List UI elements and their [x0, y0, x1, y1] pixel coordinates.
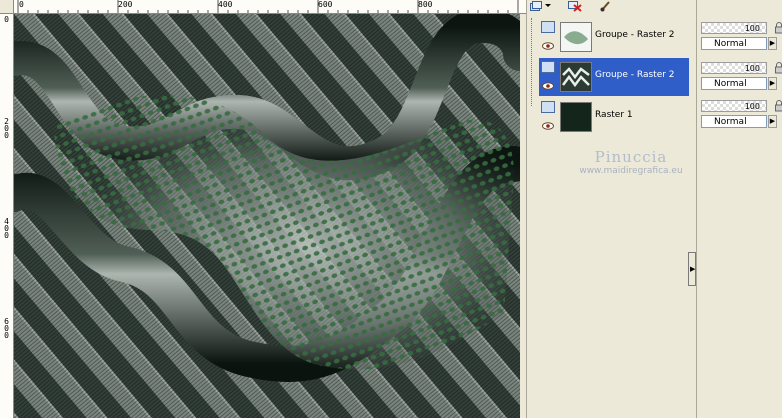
watermark-url: www.maidiregrafica.eu [579, 166, 683, 176]
chevron-right-icon[interactable]: ▶ [768, 115, 777, 128]
image-canvas[interactable] [14, 14, 520, 418]
layer-row-selected[interactable]: Groupe - Raster 2 [539, 58, 689, 96]
ruler-ticks [17, 0, 519, 13]
layers-toolbar [527, 0, 697, 14]
opacity-field[interactable]: 100 [701, 100, 767, 112]
eye-icon[interactable] [542, 42, 554, 50]
layer-row[interactable]: Raster 1 [539, 98, 689, 136]
layer-properties-palette: 100 Normal ▶ 100 Normal ▶ 100 Normal ▶ [696, 0, 782, 418]
layer-properties-row: 100 Normal ▶ [701, 62, 782, 96]
chevron-right-icon[interactable]: ▶ [768, 77, 777, 90]
dropdown-arrow-icon[interactable] [544, 0, 552, 12]
watermark: Pinuccia www.maidiregrafica.eu [561, 148, 701, 176]
layer-name: Groupe - Raster 2 [595, 70, 675, 80]
opacity-field[interactable]: 100 [701, 22, 767, 34]
layer-group-icon [541, 21, 555, 33]
layer-name: Raster 1 [595, 110, 633, 120]
chevron-right-icon: ▶ [690, 265, 696, 273]
chevron-right-icon[interactable]: ▶ [768, 37, 777, 50]
eye-icon[interactable] [542, 82, 554, 90]
brush-icon[interactable] [599, 0, 613, 12]
ruler-corner [0, 0, 14, 14]
ruler-label: 400 [4, 217, 9, 240]
eye-icon[interactable] [542, 122, 554, 130]
watermark-name: Pinuccia [594, 148, 668, 166]
lock-icon[interactable] [775, 62, 782, 74]
layer-row[interactable]: Groupe - Raster 2 [539, 18, 689, 56]
lock-icon[interactable] [775, 100, 782, 112]
opacity-field[interactable]: 100 [701, 62, 767, 74]
group-tree-line [531, 18, 538, 106]
blend-mode-select[interactable]: Normal [701, 37, 767, 50]
palette-collapse-handle[interactable]: ▶ [688, 252, 696, 286]
layer-thumbnail [560, 62, 592, 92]
canvas-artwork [14, 14, 520, 418]
layer-group-icon [541, 61, 555, 73]
vertical-ruler: 0 200 400 600 [0, 14, 14, 418]
raster-layer-icon [541, 101, 555, 113]
delete-layer-icon[interactable] [567, 0, 583, 12]
ruler-label: 200 [4, 117, 9, 140]
ruler-label: 0 [4, 15, 9, 24]
lock-icon[interactable] [775, 22, 782, 34]
layer-name: Groupe - Raster 2 [595, 30, 675, 40]
layer-thumbnail [560, 102, 592, 132]
layer-thumbnail [560, 22, 592, 52]
layer-properties-row: 100 Normal ▶ [701, 22, 782, 56]
layer-properties-row: 100 Normal ▶ [701, 100, 782, 134]
blend-mode-select[interactable]: Normal [701, 115, 767, 128]
blend-mode-select[interactable]: Normal [701, 77, 767, 90]
ruler-label: 600 [4, 317, 9, 340]
horizontal-ruler: 0 200 400 600 800 [0, 0, 526, 14]
new-layer-icon[interactable] [529, 0, 543, 12]
layers-palette: Groupe - Raster 2 Groupe - Raster 2 Rast… [526, 0, 696, 418]
